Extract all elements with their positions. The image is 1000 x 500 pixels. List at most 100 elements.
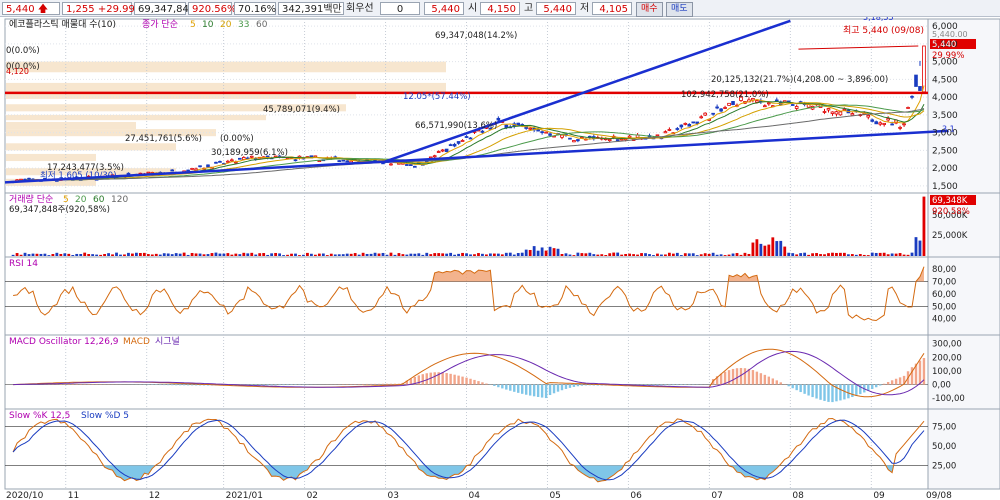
sell-button[interactable]: 매도	[666, 2, 693, 17]
volume-bar	[831, 252, 834, 256]
volume-bar	[496, 253, 500, 256]
volume-bar	[91, 254, 95, 256]
volume-bar	[317, 253, 321, 256]
volume-bar	[691, 253, 695, 256]
candle-body	[27, 177, 31, 180]
volume-bar	[894, 253, 898, 256]
volume-bar	[711, 252, 715, 256]
volume-bar	[465, 253, 468, 256]
macd-histogram-bar	[787, 384, 790, 387]
macd-histogram-bar	[839, 384, 842, 401]
candle-body	[922, 45, 926, 93]
candle-body	[576, 139, 580, 142]
ma-legend-period: 5	[190, 20, 196, 30]
macd-histogram-bar	[63, 383, 67, 385]
candle-body	[568, 137, 572, 140]
volume-bar	[321, 253, 325, 256]
volume-bar	[524, 249, 528, 256]
volume-bar	[767, 244, 771, 256]
ma-legend-period: 33	[238, 20, 249, 30]
macd-histogram-bar	[795, 384, 798, 391]
volume-bar	[246, 253, 250, 256]
volume-bar	[707, 253, 711, 256]
volume-profile-annotation: 27,451,761(5.6%)	[125, 134, 202, 144]
volume-bar	[214, 252, 218, 256]
volume-bar	[63, 253, 67, 256]
macd-histogram-bar	[871, 384, 874, 390]
volume-bar	[226, 253, 230, 256]
volume-bar	[51, 254, 55, 256]
volume-bar	[683, 253, 687, 256]
candle-body	[413, 165, 417, 168]
candle-body	[679, 124, 684, 128]
volume-bar	[47, 255, 51, 256]
macd-histogram-bar	[918, 360, 922, 385]
macd-histogram-bar	[258, 384, 261, 386]
volume-bar	[608, 253, 612, 256]
volume-profile-annotation: (0.00%)	[220, 134, 254, 144]
high-annotation: 최고 5,440 (09/08)	[843, 25, 924, 36]
volume-bar	[266, 254, 270, 256]
buy-button[interactable]: 매수	[636, 2, 663, 17]
volume-bar	[644, 253, 647, 256]
macd-histogram-bar	[67, 383, 70, 385]
macd-histogram-bar	[660, 384, 663, 386]
macd-histogram-bar	[875, 384, 878, 388]
x-tick-label: 07	[711, 491, 722, 500]
volume-ma-period: 5	[63, 195, 69, 205]
candle-body	[126, 172, 131, 175]
volume-bar	[850, 254, 854, 256]
macd-histogram-bar	[807, 384, 810, 396]
x-tick-label: 2021/01	[226, 491, 263, 500]
volume-bar	[357, 254, 361, 256]
volume-bar	[401, 254, 405, 256]
volume-bar	[274, 252, 278, 256]
macd-histogram-bar	[803, 384, 806, 394]
candle-body	[727, 102, 731, 106]
candle-body	[496, 117, 501, 121]
volume-bar	[31, 253, 35, 256]
volume-bar	[747, 253, 751, 256]
volume-bar	[632, 254, 635, 256]
volume-bar	[39, 253, 43, 256]
volume-bar	[298, 255, 301, 256]
macd-histogram-bar	[743, 368, 747, 385]
candle-body	[436, 151, 441, 153]
volume-field: 69,347,848	[134, 2, 195, 15]
volume-bar	[95, 254, 99, 256]
candle-body	[337, 160, 342, 163]
volume-bar	[771, 237, 775, 256]
price-field-2: 5,440	[424, 2, 464, 15]
candle-body	[906, 107, 910, 109]
volume-bar	[194, 253, 198, 256]
macd-histogram-bar	[461, 376, 464, 385]
volume-bar	[262, 253, 266, 256]
macd-histogram-bar	[357, 384, 361, 385]
volume-bar	[146, 254, 150, 256]
candle-body	[190, 167, 194, 170]
candle-body	[699, 116, 704, 119]
macd-histogram-bar	[278, 384, 281, 386]
volume-bar	[815, 253, 818, 256]
volume-bar	[628, 253, 632, 256]
candle-body	[910, 95, 914, 98]
candle-body	[655, 134, 660, 137]
volume-bar	[656, 253, 659, 256]
macd-histogram-bar	[540, 384, 544, 398]
macd-histogram-bar	[485, 383, 488, 385]
volume-bar	[385, 254, 389, 256]
macd-histogram-bar	[898, 377, 902, 385]
chart-area[interactable]: 2020/10 11 12 2021/01 02 03 04 05 06 07 08 09 09/08 6…	[0, 17, 1000, 500]
stoch-d-label: Slow %D 5	[81, 411, 129, 421]
volume-bar	[612, 252, 616, 256]
volume-bar	[536, 250, 540, 256]
volume-bar	[751, 242, 755, 256]
macd-histogram-bar	[270, 384, 273, 386]
macd-histogram-bar	[827, 384, 830, 402]
macd-histogram-bar	[477, 381, 480, 385]
price-y-tick: 4,000	[932, 93, 958, 103]
volume-bar	[512, 254, 516, 256]
price-y-tick: 2,500	[932, 146, 958, 156]
x-tick-label: 05	[549, 491, 560, 500]
macd-histogram-bar	[588, 384, 592, 386]
